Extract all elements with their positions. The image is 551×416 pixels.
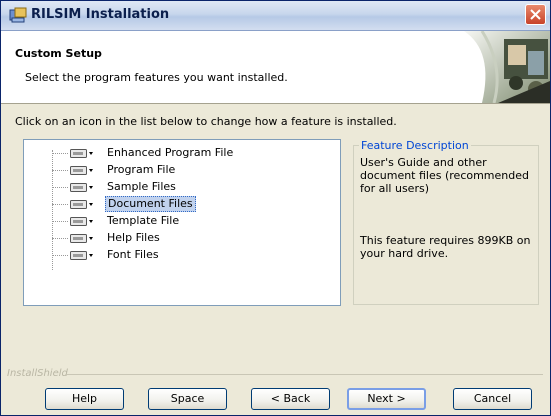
banner-image [464,31,550,103]
feature-label[interactable]: Sample Files [105,180,178,194]
drive-icon[interactable] [70,199,94,210]
feature-item[interactable]: Enhanced Program File [52,145,332,162]
feature-label[interactable]: Template File [105,214,181,228]
drive-icon[interactable] [70,148,94,159]
back-button[interactable]: < Back [251,388,330,410]
feature-description-group: Feature Description User's Guide and oth… [353,139,539,305]
drive-icon[interactable] [70,250,94,261]
tree-branch-line [52,221,68,222]
installer-window: RILSIM Installation Custom Setup Select … [0,0,551,416]
header-panel: Custom Setup Select the program features… [1,31,550,104]
tree-branch-line [52,255,68,256]
tree-branch-line [52,153,68,154]
tree-branch-line [52,187,68,188]
window-title: RILSIM Installation [31,7,170,22]
feature-item[interactable]: Template File [52,213,332,230]
feature-item[interactable]: Program File [52,162,332,179]
drive-icon[interactable] [70,182,94,193]
feature-label[interactable]: Document Files [105,196,196,212]
next-button[interactable]: Next > [347,388,426,410]
instruction-text: Click on an icon in the list below to ch… [15,115,397,128]
feature-label[interactable]: Enhanced Program File [105,146,235,160]
feature-tree[interactable]: Enhanced Program File Program File Sampl… [23,139,341,306]
feature-description-text: User's Guide and other document files (r… [360,156,529,195]
drive-icon[interactable] [70,233,94,244]
title-bar[interactable]: RILSIM Installation [1,1,550,31]
feature-item-selected[interactable]: Document Files [52,196,332,213]
tree-branch-line [52,170,68,171]
tree-branch-line [52,204,68,205]
feature-item[interactable]: Sample Files [52,179,332,196]
close-icon [530,9,541,20]
header-subtitle: Select the program features you want ins… [25,71,288,84]
installshield-brand: InstallShield [7,368,68,379]
close-button[interactable] [525,4,546,25]
header-title: Custom Setup [15,47,102,60]
divider [67,374,543,375]
feature-label[interactable]: Font Files [105,248,161,262]
installer-app-icon [9,7,27,23]
space-button[interactable]: Space [148,388,227,410]
feature-label[interactable]: Program File [105,163,177,177]
feature-item[interactable]: Font Files [52,247,332,264]
drive-icon[interactable] [70,216,94,227]
drive-icon[interactable] [70,165,94,176]
feature-size-text: This feature requires 899KB on your hard… [360,234,531,260]
cancel-button[interactable]: Cancel [453,388,532,410]
tree-branch-line [52,238,68,239]
feature-label[interactable]: Help Files [105,231,162,245]
feature-description-legend: Feature Description [359,139,471,152]
feature-item[interactable]: Help Files [52,230,332,247]
help-button[interactable]: Help [45,388,124,410]
